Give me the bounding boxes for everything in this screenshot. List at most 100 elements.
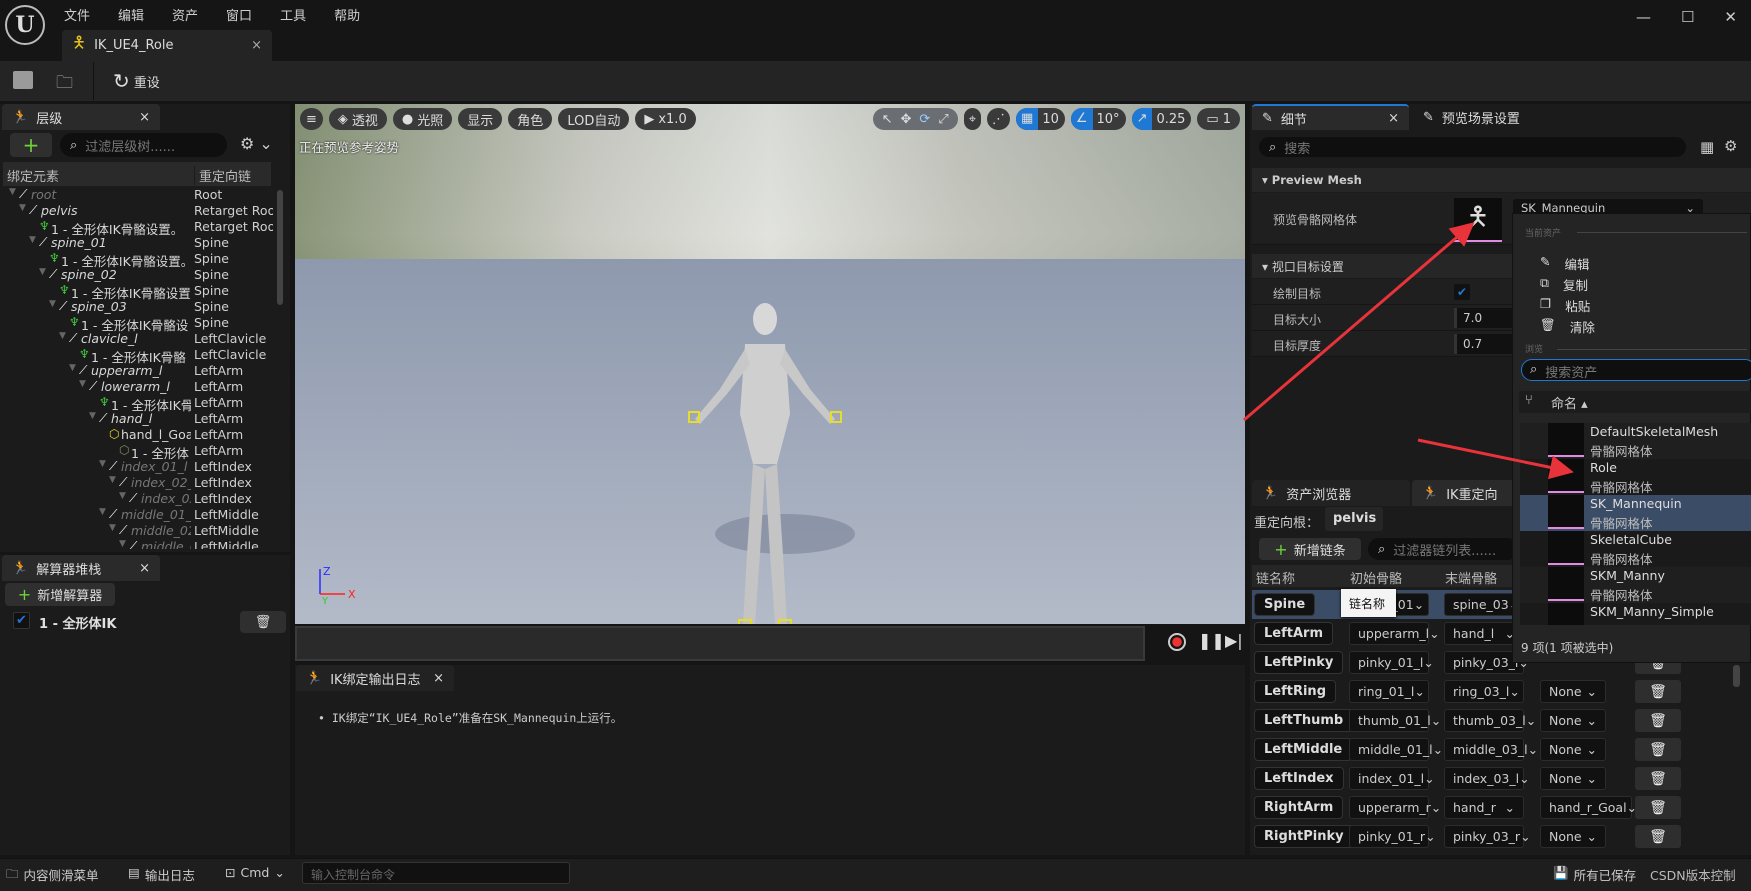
rotation-snap-button[interactable]: ∠ 10° <box>1070 108 1126 130</box>
hierarchy-tab[interactable]: 🏃 层级 × <box>2 104 160 130</box>
grid-snap-button[interactable]: ▦ 10 <box>1016 108 1065 130</box>
delete-chain-button[interactable]: 🗑 <box>1635 680 1681 703</box>
solver-item-label[interactable]: 1 - 全形体IK <box>39 613 116 632</box>
tree-row[interactable]: ▼ ⟋ spine_01 Spine <box>3 235 273 251</box>
tree-row[interactable]: ▼ ⟋ lowerarm_l LeftArm <box>3 379 273 395</box>
start-bone-dropdown[interactable]: ring_01_l ⌄ <box>1349 680 1429 703</box>
tree-row[interactable]: ▼⟋middle_02_lLeftMiddle <box>3 523 273 539</box>
menu-copy-item[interactable]: ⧉ 复制 <box>1540 275 1588 294</box>
tree-row[interactable]: ▼ ⟋ spine_03 Spine <box>3 299 273 315</box>
viewport[interactable]: Z X Y <box>295 104 1245 624</box>
draw-goals-checkbox[interactable]: ✔ <box>1454 284 1470 300</box>
expand-arrow-icon[interactable]: ▼ <box>99 459 106 469</box>
tree-row[interactable]: ♆ 1 - 全形体IK骨骼设置 Spine <box>3 283 273 301</box>
tree-row[interactable]: ▼ ⟋ pelvis Retarget Root <box>3 203 273 219</box>
col-bone[interactable]: 绑定元素 <box>7 166 59 185</box>
start-bone-dropdown[interactable]: index_01_l ⌄ <box>1349 767 1435 790</box>
preview-scene-tab[interactable]: ✎ 预览场景设置 <box>1413 104 1583 130</box>
asset-item[interactable]: SK_Mannequin 骨骼网格体 <box>1520 495 1751 531</box>
menu-file[interactable]: 文件 <box>64 5 90 24</box>
hierarchy-settings-icon[interactable]: ⚙ ⌄ <box>240 134 273 153</box>
asset-item[interactable]: Role 骨骼网格体 <box>1520 459 1751 495</box>
menu-asset[interactable]: 资产 <box>172 5 198 24</box>
start-bone-dropdown[interactable]: pinky_01_r ⌄ <box>1349 825 1436 848</box>
details-settings-icon[interactable]: ⚙ <box>1724 137 1737 155</box>
preview-mesh-thumbnail[interactable]: 🯅 <box>1454 198 1502 242</box>
solver-enabled-checkbox[interactable]: ✔ <box>13 612 30 629</box>
select-icon[interactable]: ↖ <box>882 112 893 127</box>
goal-dropdown[interactable]: None ⌄ <box>1540 767 1606 790</box>
expand-arrow-icon[interactable]: ▼ <box>29 235 36 245</box>
goal-size-input[interactable]: 7.0 <box>1454 308 1515 328</box>
table-view-icon[interactable]: ▦ <box>1700 138 1714 156</box>
tree-row[interactable]: ▼ ⟋ upperarm_l LeftArm <box>3 363 273 379</box>
minimize-icon[interactable]: — <box>1636 8 1651 26</box>
maximize-icon[interactable]: ☐ <box>1681 8 1694 26</box>
output-log-tab[interactable]: 🏃 IK绑定输出日志 × <box>296 665 454 691</box>
close-tab-icon[interactable]: × <box>139 110 150 125</box>
delete-chain-button[interactable]: 🗑 <box>1635 709 1681 732</box>
menu-edit-item[interactable]: ✎ 编辑 <box>1540 254 1590 273</box>
chain-row[interactable]: LeftRing ring_01_l ⌄ ring_03_l ⌄ None ⌄ 🗑 <box>1252 677 1732 706</box>
expand-arrow-icon[interactable]: ▼ <box>89 411 96 421</box>
start-bone-dropdown[interactable]: pinky_01_l ⌄ <box>1349 651 1434 674</box>
tree-row[interactable]: ▼ ⟋ index_01_l LeftIndex <box>3 459 273 475</box>
col-chain-name[interactable]: 链名称 <box>1256 568 1295 587</box>
tree-row[interactable]: ▼ ⟋ root Root <box>3 187 273 203</box>
chain-row[interactable]: LeftMiddle middle_01_l ⌄ middle_03_l ⌄ None… <box>1252 735 1732 764</box>
tree-row[interactable]: ▼ ⟋ clavicle_l LeftClavicle <box>3 331 273 347</box>
chain-name-field[interactable]: LeftIndex <box>1254 767 1344 790</box>
expand-arrow-icon[interactable]: ▼ <box>109 523 116 533</box>
menu-paste-item[interactable]: ❐ 粘贴 <box>1540 296 1590 315</box>
delete-chain-button[interactable]: 🗑 <box>1635 796 1681 819</box>
start-bone-dropdown[interactable]: upperarm_r ⌄ <box>1349 796 1441 819</box>
goal-thickness-input[interactable]: 0.7 <box>1454 334 1515 354</box>
end-bone-dropdown[interactable]: middle_03_l ⌄ <box>1444 738 1538 761</box>
tree-row[interactable]: ♆ 1 - 全形体IK骨骼设 Spine <box>3 315 273 333</box>
asset-item[interactable]: DefaultSkeletalMesh 骨骼网格体 <box>1520 423 1751 459</box>
chain-row[interactable]: RightArm upperarm_r ⌄ hand_r ⌄ hand_r_Goal ⌄… <box>1252 793 1732 822</box>
end-bone-dropdown[interactable]: index_03_l ⌄ <box>1444 767 1530 790</box>
hierarchy-scrollbar[interactable] <box>277 190 283 305</box>
step-forward-button[interactable]: ▶| <box>1225 631 1243 650</box>
playback-speed-button[interactable]: ▶ x1.0 <box>635 108 696 130</box>
asset-item[interactable]: SkeletalCube 骨骼网格体 <box>1520 531 1751 567</box>
tree-row[interactable]: ♆ 1 - 全形体IK骨骼设置。 Retarget Root <box>3 219 273 237</box>
tree-row[interactable]: ⬡ 1 - 全形体 LeftArm <box>3 443 273 461</box>
delete-chain-button[interactable]: 🗑 <box>1635 825 1681 848</box>
record-button[interactable] <box>1168 633 1186 651</box>
chain-name-field[interactable]: RightArm <box>1254 796 1344 819</box>
col-chain[interactable]: 重定向链 <box>194 166 251 185</box>
tree-row[interactable]: ♆ 1 - 全形体IK骨骼设置。 Spine <box>3 251 273 269</box>
goal-dropdown[interactable]: None ⌄ <box>1540 738 1606 761</box>
tree-row[interactable]: ♆ 1 - 全形体IK骨 LeftArm <box>3 395 273 413</box>
local-space-icon[interactable]: ⌖ <box>963 108 982 130</box>
chain-row[interactable]: LeftIndex index_01_l ⌄ index_03_l ⌄ None ⌄ 🗑 <box>1252 764 1732 793</box>
save-status[interactable]: 💾 所有已保存 <box>1553 865 1636 884</box>
tree-row[interactable]: ▼⟋index_03_lLeftIndex <box>3 491 273 507</box>
end-bone-dropdown[interactable]: pinky_03_r ⌄ <box>1444 825 1531 848</box>
asset-search-input[interactable]: ⌕ 搜索资产 <box>1521 359 1751 381</box>
scale-snap-button[interactable]: ↗ 0.25 <box>1131 108 1192 130</box>
tree-row[interactable]: ⬡ hand_l_Goal LeftArm <box>3 427 273 443</box>
lighting-button[interactable]: ● 光照 <box>392 108 453 130</box>
expand-arrow-icon[interactable]: ▼ <box>59 331 66 341</box>
pause-button[interactable]: ❚❚ <box>1198 631 1225 650</box>
cmd-dropdown[interactable]: ⊡ Cmd ⌄ <box>225 865 285 880</box>
end-bone-dropdown[interactable]: hand_r ⌄ <box>1444 796 1524 819</box>
sort-name-column[interactable]: 命名 ▴ <box>1551 393 1588 412</box>
end-bone-dropdown[interactable]: ring_03_l ⌄ <box>1444 680 1524 703</box>
close-tab-icon[interactable]: × <box>433 671 444 686</box>
close-tab-icon[interactable]: × <box>139 561 150 576</box>
close-tab-icon[interactable]: × <box>1388 111 1399 126</box>
start-bone-dropdown[interactable]: upperarm_l ⌄ <box>1349 622 1440 645</box>
surface-snap-icon[interactable]: ⋰ <box>987 108 1011 130</box>
expand-arrow-icon[interactable]: ▼ <box>19 203 26 213</box>
menu-tools[interactable]: 工具 <box>280 5 306 24</box>
menu-clear-item[interactable]: 🗑 清除 <box>1540 317 1595 336</box>
expand-arrow-icon[interactable]: ▼ <box>119 491 126 501</box>
goal-dropdown[interactable]: None ⌄ <box>1540 825 1606 848</box>
chain-name-field[interactable]: LeftThumb <box>1254 709 1354 732</box>
content-drawer-button[interactable]: 🗀 内容侧滑菜单 <box>6 865 99 886</box>
close-tab-icon[interactable]: × <box>251 38 262 53</box>
